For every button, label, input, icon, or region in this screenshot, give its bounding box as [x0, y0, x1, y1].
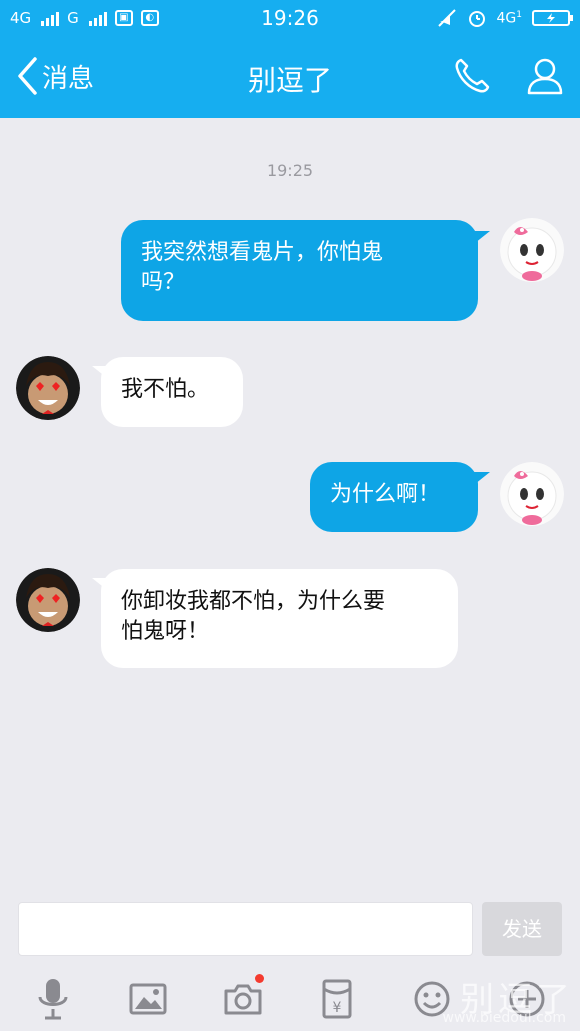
svg-text:¥: ¥ [333, 1000, 342, 1016]
message-text-line: 你卸妆我都不怕，为什么要 [121, 589, 386, 614]
microphone-icon[interactable] [30, 976, 76, 1022]
bubble-tail [470, 231, 490, 247]
message-input[interactable] [18, 902, 473, 956]
message-timestamp: 19:25 [266, 161, 314, 180]
status-bar: 4G G ▣ ◐ 19:26 4G1 [0, 0, 580, 38]
message-text-line: 为什么啊！ [330, 482, 441, 507]
message-text-line: 我突然想看鬼片，你怕鬼 [141, 240, 384, 265]
camera-badge [255, 974, 264, 983]
image-icon[interactable] [125, 976, 171, 1022]
contact-avatar[interactable] [16, 568, 80, 632]
send-button[interactable]: 发送 [482, 902, 562, 956]
mute-icon [437, 9, 456, 27]
my-avatar[interactable] [500, 462, 564, 526]
battery-icon [532, 10, 573, 26]
message-bubble-outgoing[interactable]: 为什么啊！ [310, 462, 478, 532]
alarm-icon [468, 11, 485, 27]
phone-icon[interactable] [452, 56, 492, 96]
message-bubble-incoming[interactable]: 我不怕。 [101, 357, 243, 427]
camera-icon[interactable] [220, 974, 266, 1022]
status-right: 4G1 [437, 8, 573, 28]
message-text-line: 怕鬼呀！ [121, 619, 210, 644]
message-bubble-outgoing[interactable]: 我突然想看鬼片，你怕鬼 吗？ [121, 220, 478, 321]
message-bubble-incoming[interactable]: 你卸妆我都不怕，为什么要 怕鬼呀！ [101, 569, 458, 668]
title-bar: 消息 别逗了 [0, 38, 580, 118]
sim-slot-label: 1 [516, 9, 522, 20]
bubble-tail [470, 472, 490, 488]
profile-icon[interactable] [526, 56, 564, 96]
message-text-line: 吗？ [141, 270, 186, 295]
red-packet-icon[interactable]: ¥ [314, 976, 360, 1022]
watermark-url: www.biedoul.com [442, 1010, 566, 1026]
contact-avatar[interactable] [16, 356, 80, 420]
my-avatar[interactable] [500, 218, 564, 282]
header-actions [452, 56, 564, 96]
network-right-label: 4G1 [496, 9, 523, 27]
message-text-line: 我不怕。 [121, 377, 210, 402]
